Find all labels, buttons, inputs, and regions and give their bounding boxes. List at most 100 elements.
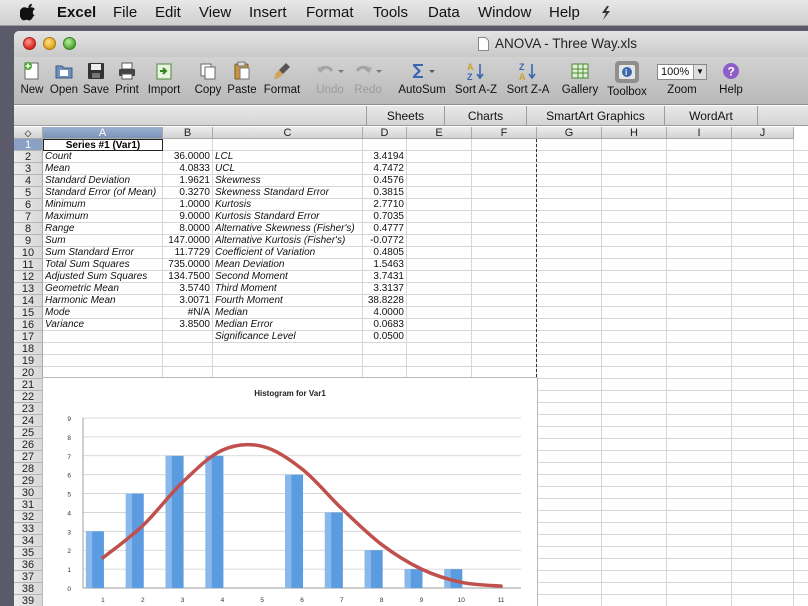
row-header-24[interactable]: 24	[14, 415, 43, 427]
apple-menu-icon[interactable]	[20, 3, 36, 21]
stat-cell-b[interactable]: 1.9621	[165, 175, 212, 187]
stat-cell-d[interactable]: 0.4805	[365, 247, 406, 259]
row-header-10[interactable]: 10	[14, 247, 43, 259]
worksheet-grid[interactable]: ◇ ABCDEFGHIJ 1 2 3 4 5 6 7 8 9 10 11 12 13 14 15 16 17 18…	[14, 127, 808, 606]
stat-cell-a[interactable]: Standard Error (of Mean)	[45, 187, 162, 199]
stat-cell-d[interactable]: 0.0500	[365, 331, 406, 343]
stat-cell-a[interactable]: Harmonic Mean	[45, 295, 162, 307]
row-header-9[interactable]: 9	[14, 235, 43, 247]
stat-cell-c[interactable]: Fourth Moment	[215, 295, 362, 307]
stat-cell-d[interactable]: -0.0772	[365, 235, 406, 247]
column-header-g[interactable]: G	[537, 127, 602, 139]
stat-cell-a[interactable]: Maximum	[45, 211, 162, 223]
zoom-button[interactable]	[63, 37, 76, 50]
tab-smartart-graphics[interactable]: SmartArt Graphics	[526, 106, 664, 126]
row-header-3[interactable]: 3	[14, 163, 43, 175]
stat-cell-d[interactable]: 3.7431	[365, 271, 406, 283]
column-header-d[interactable]: D	[363, 127, 407, 139]
row-header-4[interactable]: 4	[14, 175, 43, 187]
stat-cell-d[interactable]: 2.7710	[365, 199, 406, 211]
stat-cell-a[interactable]	[45, 331, 162, 343]
row-header-15[interactable]: 15	[14, 307, 43, 319]
menu-app-excel[interactable]: Excel	[57, 4, 96, 21]
stat-cell-b[interactable]	[165, 331, 212, 343]
row-header-14[interactable]: 14	[14, 295, 43, 307]
stat-cell-b[interactable]: 735.0000	[165, 259, 212, 271]
row-header-35[interactable]: 35	[14, 547, 43, 559]
stat-cell-c[interactable]: Third Moment	[215, 283, 362, 295]
stat-cell-b[interactable]: 11.7729	[165, 247, 212, 259]
stat-cell-c[interactable]: Significance Level	[215, 331, 362, 343]
row-header-8[interactable]: 8	[14, 223, 43, 235]
stat-cell-b[interactable]: 3.0071	[165, 295, 212, 307]
zoom-select[interactable]: 100% ▼	[657, 64, 707, 80]
stat-cell-d[interactable]: 3.3137	[365, 283, 406, 295]
row-header-27[interactable]: 27	[14, 451, 43, 463]
stat-cell-b[interactable]: 3.5740	[165, 283, 212, 295]
redo-button[interactable]: Redo	[352, 61, 384, 96]
stat-cell-c[interactable]: Mean Deviation	[215, 259, 362, 271]
stat-cell-d[interactable]: 0.4777	[365, 223, 406, 235]
row-header-12[interactable]: 12	[14, 271, 43, 283]
menu-view[interactable]: View	[199, 4, 231, 21]
format-button[interactable]: Format	[261, 61, 303, 96]
row-header-20[interactable]: 20	[14, 367, 43, 379]
stat-cell-c[interactable]: Kurtosis	[215, 199, 362, 211]
stat-cell-d[interactable]: 1.5463	[365, 259, 406, 271]
row-header-11[interactable]: 11	[14, 259, 43, 271]
stat-cell-a[interactable]: Range	[45, 223, 162, 235]
row-header-34[interactable]: 34	[14, 535, 43, 547]
stat-cell-a[interactable]: Adjusted Sum Squares	[45, 271, 162, 283]
stat-cell-b[interactable]: 147.0000	[165, 235, 212, 247]
stat-cell-c[interactable]: Coefficient of Variation	[215, 247, 362, 259]
row-header-21[interactable]: 21	[14, 379, 43, 391]
undo-button[interactable]: Undo	[314, 61, 346, 96]
open-button[interactable]: Open	[48, 61, 80, 96]
row-header-6[interactable]: 6	[14, 199, 43, 211]
stat-cell-d[interactable]: 38.8228	[365, 295, 406, 307]
column-header-a[interactable]: A	[43, 127, 163, 139]
stat-cell-d[interactable]: 0.0683	[365, 319, 406, 331]
stat-cell-a[interactable]: Sum	[45, 235, 162, 247]
stat-cell-c[interactable]: UCL	[215, 163, 362, 175]
row-header-26[interactable]: 26	[14, 439, 43, 451]
copy-button[interactable]: Copy	[193, 61, 223, 96]
row-header-16[interactable]: 16	[14, 319, 43, 331]
stat-cell-b[interactable]: 9.0000	[165, 211, 212, 223]
stat-cell-a[interactable]: Geometric Mean	[45, 283, 162, 295]
row-header-2[interactable]: 2	[14, 151, 43, 163]
tab-sheets[interactable]: Sheets	[366, 106, 444, 126]
menu-help[interactable]: Help	[549, 4, 580, 21]
row-header-36[interactable]: 36	[14, 559, 43, 571]
stat-cell-a[interactable]: Mean	[45, 163, 162, 175]
row-header-39[interactable]: 39	[14, 595, 43, 606]
stat-cell-b[interactable]: 4.0833	[165, 163, 212, 175]
paste-button[interactable]: Paste	[226, 61, 258, 96]
print-button[interactable]: Print	[112, 61, 142, 96]
row-header-17[interactable]: 17	[14, 331, 43, 343]
stat-cell-a[interactable]: Minimum	[45, 199, 162, 211]
histogram-chart[interactable]: Histogram for Var1 0 1 2 3 4 5 6 7 8 9 1 2 3 4 5 6 7 8 9 10 1…	[42, 377, 538, 606]
autosum-button[interactable]: AutoSum	[396, 61, 448, 96]
stat-cell-a[interactable]: Mode	[45, 307, 162, 319]
column-header-c[interactable]: C	[213, 127, 363, 139]
column-header-f[interactable]: F	[472, 127, 537, 139]
row-header-22[interactable]: 22	[14, 391, 43, 403]
stat-cell-b[interactable]: 3.8500	[165, 319, 212, 331]
stat-cell-c[interactable]: Median Error	[215, 319, 362, 331]
row-header-38[interactable]: 38	[14, 583, 43, 595]
row-header-1[interactable]: 1	[14, 139, 43, 151]
gallery-button[interactable]: Gallery	[559, 61, 601, 96]
close-button[interactable]	[23, 37, 36, 50]
row-header-18[interactable]: 18	[14, 343, 43, 355]
row-header-30[interactable]: 30	[14, 487, 43, 499]
stat-cell-d[interactable]: 4.0000	[365, 307, 406, 319]
column-header-i[interactable]: I	[667, 127, 732, 139]
stat-cell-d[interactable]: 4.7472	[365, 163, 406, 175]
menu-tools[interactable]: Tools	[373, 4, 408, 21]
stat-cell-c[interactable]: Skewness	[215, 175, 362, 187]
toolbox-button[interactable]: i Toolbox	[602, 61, 652, 98]
cell-a1[interactable]: Series #1 (Var1)	[43, 139, 163, 151]
import-button[interactable]: Import	[144, 61, 184, 96]
row-header-5[interactable]: 5	[14, 187, 43, 199]
